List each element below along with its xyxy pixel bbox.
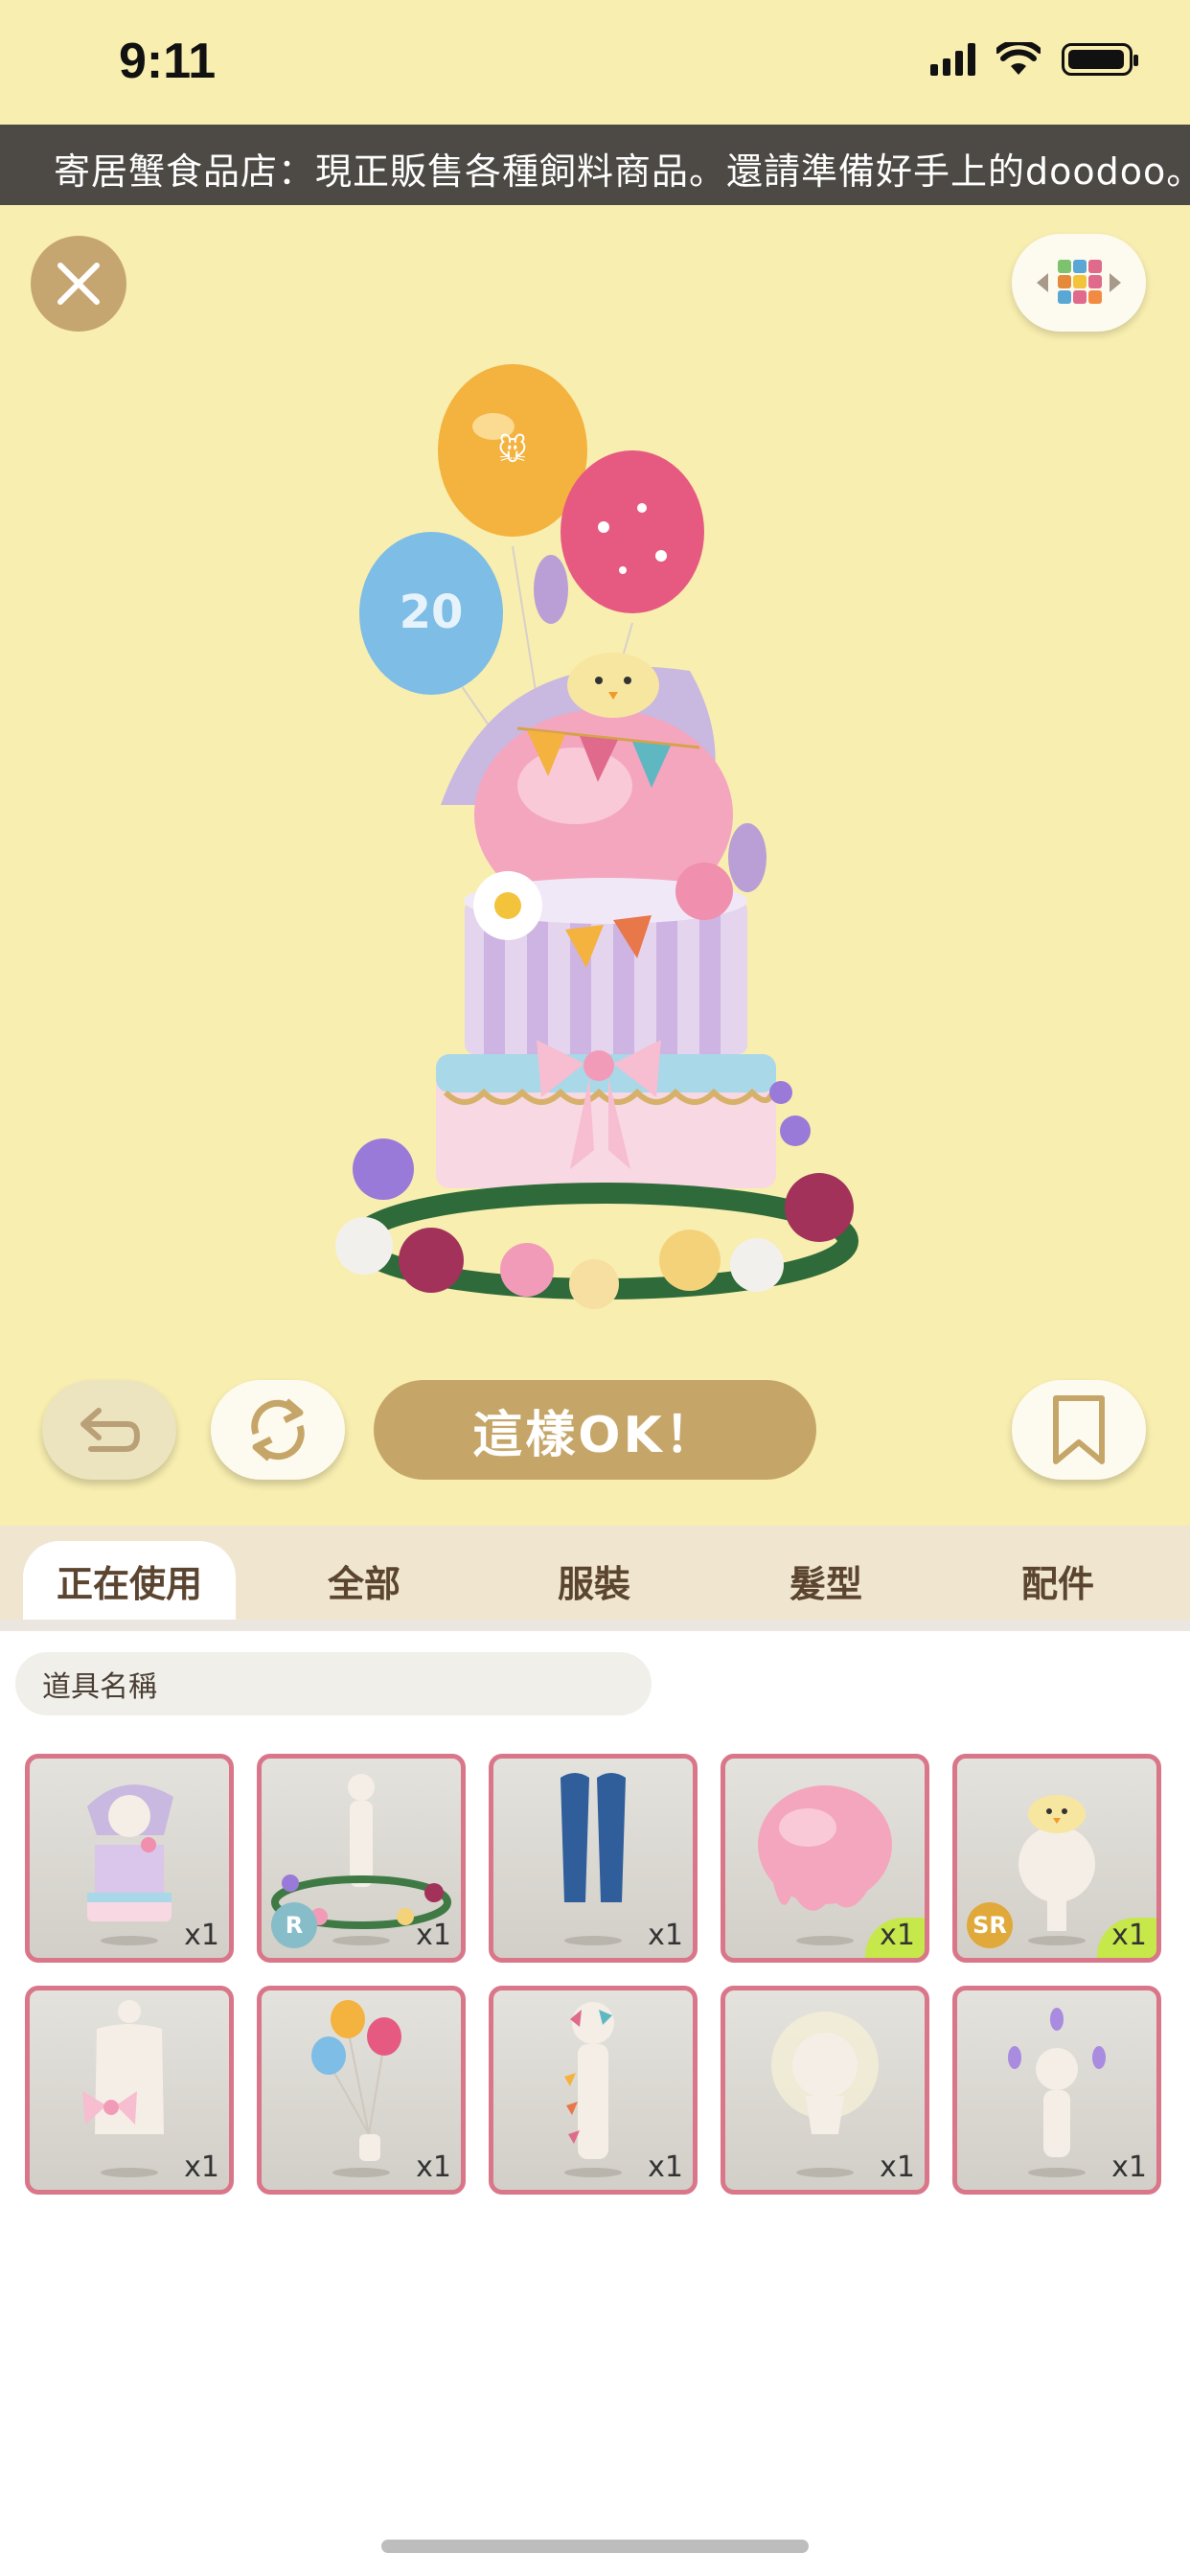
- close-icon: [57, 263, 100, 305]
- svg-text:🐭: 🐭: [497, 433, 527, 468]
- undo-button[interactable]: [42, 1380, 176, 1480]
- tab-in-use[interactable]: 正在使用: [23, 1541, 236, 1620]
- item-quantity: x1: [184, 2150, 219, 2184]
- search-input[interactable]: 道具名稱: [15, 1652, 652, 1715]
- cellular-signal-icon: [930, 43, 975, 76]
- item-quantity: x1: [416, 1919, 451, 1952]
- character-preview: 🐭 20: [335, 364, 858, 1309]
- save-preset-button[interactable]: [1012, 1380, 1146, 1480]
- item-card[interactable]: x1: [25, 1754, 234, 1963]
- item-quantity: x1: [184, 1919, 219, 1952]
- undo-icon: [80, 1408, 141, 1452]
- home-indicator: [381, 2540, 809, 2553]
- tab-clothing[interactable]: 服裝: [498, 1541, 690, 1620]
- item-quantity: x1: [648, 2150, 683, 2184]
- item-quantity: x1: [648, 1919, 683, 1952]
- item-quantity: x1: [416, 2150, 451, 2184]
- layout-toggle-button[interactable]: [1012, 234, 1146, 332]
- refresh-icon: [251, 1398, 305, 1461]
- item-quantity: x1: [1111, 1919, 1147, 1952]
- rarity-badge: SR: [967, 1902, 1013, 1948]
- category-tabs: 正在使用 全部 服裝 髮型 配件: [0, 1526, 1190, 1620]
- item-card[interactable]: x1: [721, 1986, 929, 2195]
- item-card[interactable]: SR x1: [952, 1754, 1161, 1963]
- confirm-ok-button[interactable]: 這樣OK！: [374, 1380, 816, 1480]
- news-ticker: 寄居蟹食品店：現正販售各種飼料商品。還請準備好手上的doodoo。: [0, 125, 1190, 205]
- rarity-badge: R: [271, 1902, 317, 1948]
- battery-icon: [1062, 43, 1138, 76]
- status-icons: [930, 42, 1138, 77]
- svg-text:20: 20: [400, 586, 464, 639]
- wifi-icon: [996, 42, 1041, 75]
- preview-area: 9:11 寄居蟹食品店：現正販售各種飼料商品。還請準備好手上的doodoo。 🐭…: [0, 0, 1190, 1526]
- tab-hairstyle[interactable]: 髮型: [730, 1541, 922, 1620]
- status-time: 9:11: [119, 34, 217, 89]
- randomize-button[interactable]: [211, 1380, 345, 1480]
- close-button[interactable]: [31, 236, 126, 332]
- item-card[interactable]: x1: [952, 1986, 1161, 2195]
- item-card[interactable]: x1: [25, 1986, 234, 2195]
- tab-all[interactable]: 全部: [268, 1541, 460, 1620]
- tab-accessories[interactable]: 配件: [962, 1541, 1154, 1620]
- grid-arrows-icon: [1037, 260, 1121, 304]
- item-card[interactable]: x1: [721, 1754, 929, 1963]
- item-card[interactable]: x1: [257, 1986, 466, 2195]
- item-quantity: x1: [880, 1919, 915, 1952]
- tab-divider: [0, 1620, 1190, 1631]
- item-quantity: x1: [880, 2150, 915, 2184]
- item-quantity: x1: [1111, 2150, 1147, 2184]
- ticker-text: 寄居蟹食品店：現正販售各種飼料商品。還請準備好手上的doodoo。: [54, 150, 1190, 193]
- item-card[interactable]: x1: [489, 1986, 698, 2195]
- bookmark-icon: [1053, 1395, 1105, 1464]
- item-card[interactable]: R x1: [257, 1754, 466, 1963]
- item-card[interactable]: x1: [489, 1754, 698, 1963]
